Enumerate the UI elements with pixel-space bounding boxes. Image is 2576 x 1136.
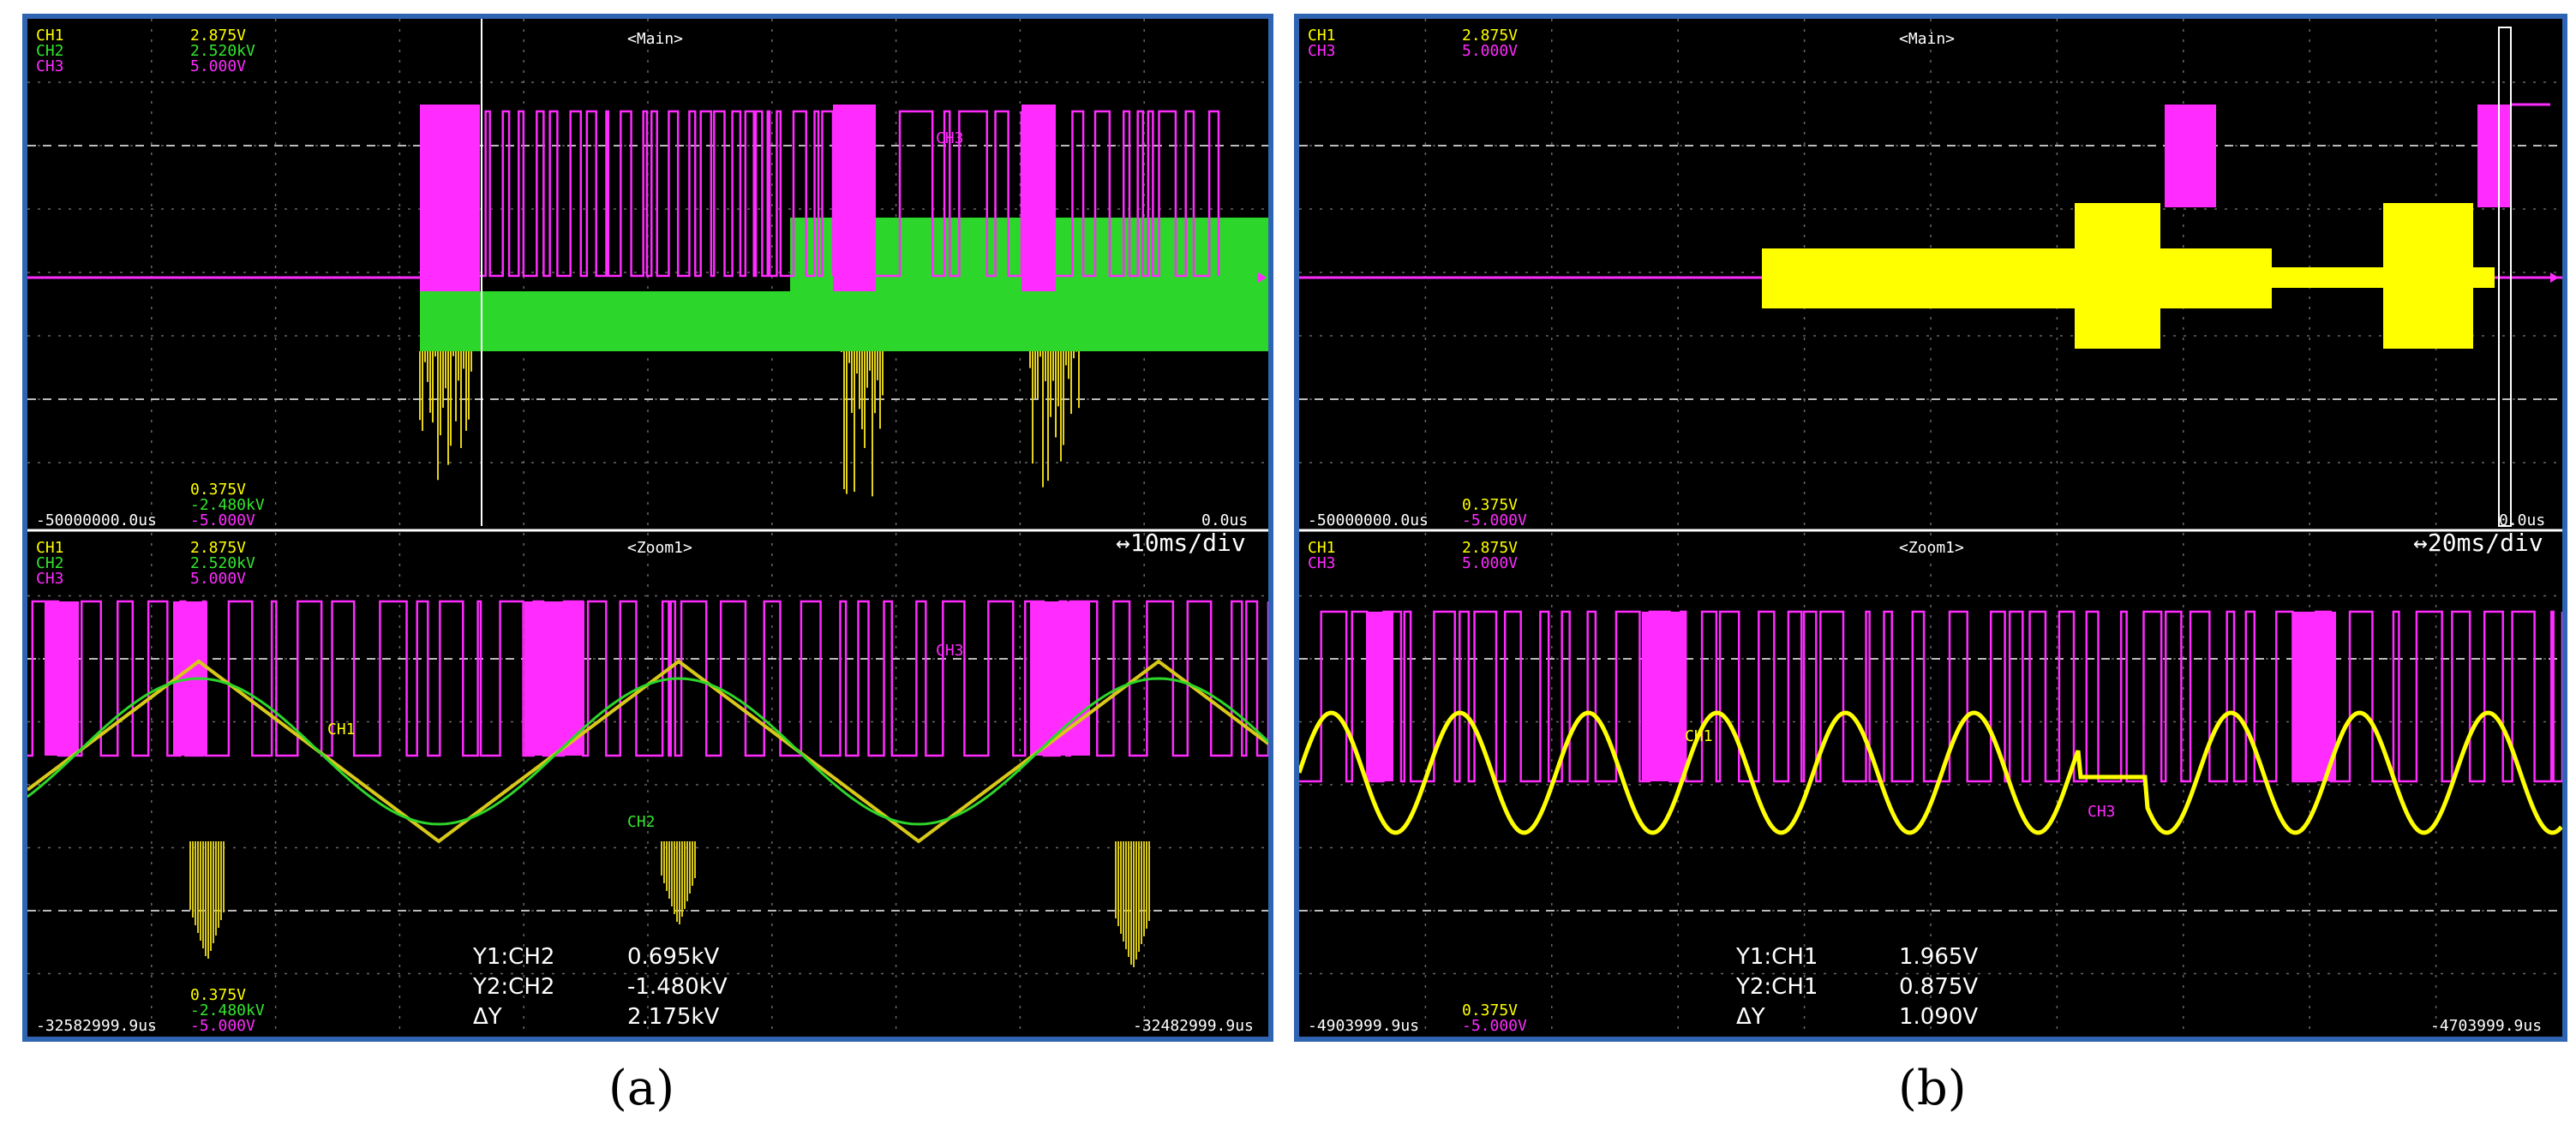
- main-ch3-scale: 5.000V: [1462, 42, 1519, 60]
- main-window-title: <Main>: [1899, 30, 1956, 48]
- measurement-label-2: Y2:CH2: [473, 974, 555, 1000]
- zoom-timebase: ↔20ms/div: [2413, 529, 2543, 557]
- zoom-ch3-trace-label: CH3: [936, 642, 964, 660]
- zoom-ch3-burst: [45, 601, 79, 756]
- main-ch3-offset: -5.000V: [190, 511, 255, 529]
- measurement-label-delta: ΔY: [473, 1004, 502, 1030]
- measurement-label-2: Y2:CH1: [1736, 974, 1818, 1000]
- main-time-end: 0.0us: [2499, 511, 2546, 529]
- zoom-time-end: -32482999.9us: [1133, 1017, 1254, 1035]
- main-ch3-trace-label: CH3: [936, 129, 964, 147]
- ch3-digital-trace: [480, 110, 835, 278]
- main-ch3-offset: -5.000V: [1462, 511, 1527, 529]
- zoom-timebase: ↔10ms/div: [1116, 529, 1246, 557]
- zoom-ch3-scale: 5.000V: [190, 570, 247, 588]
- scope-screen-a: CH1 2.875V CH2 2.520kV CH3 5.000V <Main>…: [22, 14, 1273, 1042]
- zoom-ch3-burst: [524, 601, 584, 756]
- zoom-window-title: <Zoom1>: [627, 539, 692, 557]
- main-time-start: -50000000.0us: [1308, 511, 1429, 529]
- ch2-envelope: [420, 291, 1268, 351]
- zoom-ch3-name: CH3: [36, 570, 64, 588]
- zoom-ch3-offset: -5.000V: [190, 1017, 255, 1035]
- zoom-time-start: -32582999.9us: [36, 1017, 157, 1035]
- measurement-value-delta: 2.175kV: [627, 1004, 720, 1030]
- measurement-value-2: 0.875V: [1899, 974, 1979, 1000]
- ch1-envelope: [1762, 248, 2272, 308]
- measurement-label-delta: ΔY: [1736, 1004, 1765, 1030]
- main-ch3-name: CH3: [36, 57, 64, 75]
- zoom-ch1-trace-label: CH1: [327, 720, 356, 738]
- measurement-value-1: 1.965V: [1899, 944, 1979, 970]
- measurement-label-1: Y1:CH2: [473, 944, 555, 970]
- zoom-ch3-trace-label: CH3: [2088, 803, 2116, 821]
- ch1-burst: [2075, 203, 2160, 349]
- main-time-start: -50000000.0us: [36, 511, 157, 529]
- ch3-burst: [420, 105, 480, 291]
- zoom-ch3-name: CH3: [1308, 554, 1336, 572]
- main-time-end: 0.0us: [1201, 511, 1249, 529]
- ch1-envelope: [2272, 267, 2495, 288]
- zoom-time-start: -4903999.9us: [1308, 1017, 1420, 1035]
- measurement-value-1: 0.695kV: [627, 944, 720, 970]
- zoom-ch3-burst: [1368, 612, 1393, 781]
- main-ch3-scale: 5.000V: [190, 57, 247, 75]
- measurement-value-2: -1.480kV: [627, 974, 728, 1000]
- ch3-burst: [833, 105, 876, 291]
- main-window-title: <Main>: [627, 30, 684, 48]
- zoom-ch3-offset: -5.000V: [1462, 1017, 1527, 1035]
- zoom-ch3-scale: 5.000V: [1462, 554, 1519, 572]
- zoom-ch2-trace-label: CH2: [627, 813, 656, 831]
- caption-b: (b): [1898, 1061, 1967, 1116]
- ch3-marker-icon: [2550, 272, 2559, 283]
- measurement-label-1: Y1:CH1: [1736, 944, 1818, 970]
- scope-screen-b: CH1 2.875V CH3 5.000V <Main> 0.375V -5.0…: [1294, 14, 2567, 1042]
- main-ch3-name: CH3: [1308, 42, 1336, 60]
- zoom-ch3-burst: [2293, 612, 2336, 781]
- ch3-burst: [2165, 105, 2216, 207]
- ch3-burst: [2477, 105, 2512, 207]
- caption-a: (a): [608, 1061, 675, 1116]
- ch3-burst: [1021, 105, 1056, 291]
- zoom-time-end: -4703999.9us: [2430, 1017, 2543, 1035]
- zoom-ch3-burst: [1642, 612, 1685, 781]
- measurement-value-delta: 1.090V: [1899, 1004, 1979, 1030]
- zoom-ch1-trace-label: CH1: [1685, 727, 1713, 745]
- zoom-window-title: <Zoom1>: [1899, 539, 1964, 557]
